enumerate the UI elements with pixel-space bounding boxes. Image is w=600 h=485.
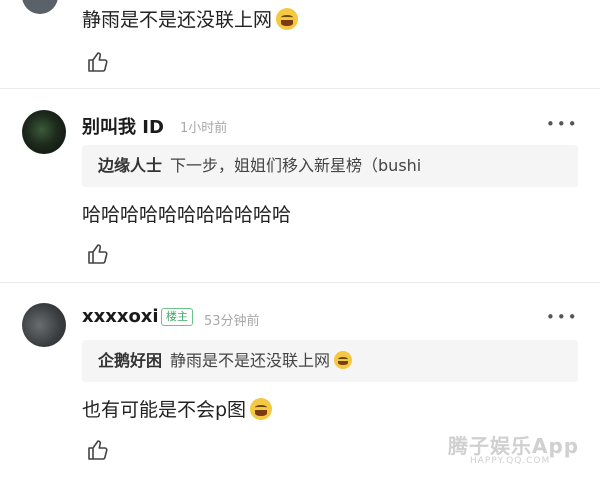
comment-text: 哈哈哈哈哈哈哈哈哈哈哈 bbox=[82, 204, 292, 226]
divider bbox=[0, 88, 600, 89]
more-options-icon[interactable]: ••• bbox=[546, 308, 579, 326]
quoted-text: 下一步，姐姐们移入新星榜（bushi bbox=[170, 156, 422, 175]
thumb-up-icon bbox=[88, 244, 108, 264]
avatar[interactable] bbox=[22, 0, 58, 14]
avatar[interactable] bbox=[22, 110, 66, 154]
comment-text-content: 也有可能是不会p图 bbox=[82, 399, 247, 421]
quoted-username[interactable]: 边缘人士 bbox=[98, 156, 162, 175]
more-options-icon[interactable]: ••• bbox=[546, 115, 579, 133]
username[interactable]: 别叫我 ID bbox=[82, 113, 164, 139]
watermark-logo: 腾子娱乐App bbox=[448, 434, 580, 458]
quoted-text: 静雨是不是还没联上网 bbox=[170, 351, 331, 370]
quoted-reply: 企鹅好困 静雨是不是还没联上网 bbox=[82, 340, 578, 382]
like-button[interactable] bbox=[86, 242, 110, 266]
laugh-cry-emoji-icon bbox=[250, 398, 273, 420]
comment-text: 也有可能是不会p图 bbox=[82, 398, 273, 422]
laugh-cry-emoji-icon bbox=[334, 351, 353, 369]
like-button[interactable] bbox=[86, 50, 110, 74]
avatar[interactable] bbox=[22, 303, 66, 347]
comment-text: 静雨是不是还没联上网 bbox=[82, 8, 299, 32]
divider bbox=[0, 282, 600, 283]
laugh-cry-emoji-icon bbox=[276, 8, 299, 30]
comment-text-content: 静雨是不是还没联上网 bbox=[82, 9, 273, 31]
timestamp: 1小时前 bbox=[180, 121, 228, 136]
thumb-up-icon bbox=[88, 52, 108, 72]
like-button[interactable] bbox=[86, 438, 110, 462]
op-badge: 楼主 bbox=[161, 308, 193, 326]
timestamp: 53分钟前 bbox=[204, 314, 260, 329]
quoted-username[interactable]: 企鹅好困 bbox=[98, 351, 162, 370]
quoted-reply: 边缘人士 下一步，姐姐们移入新星榜（bushi bbox=[82, 145, 578, 187]
thumb-up-icon bbox=[88, 440, 108, 460]
watermark-subtext: HAPPY.QQ.COM bbox=[470, 456, 551, 466]
username[interactable]: xxxxoxi bbox=[82, 306, 159, 327]
